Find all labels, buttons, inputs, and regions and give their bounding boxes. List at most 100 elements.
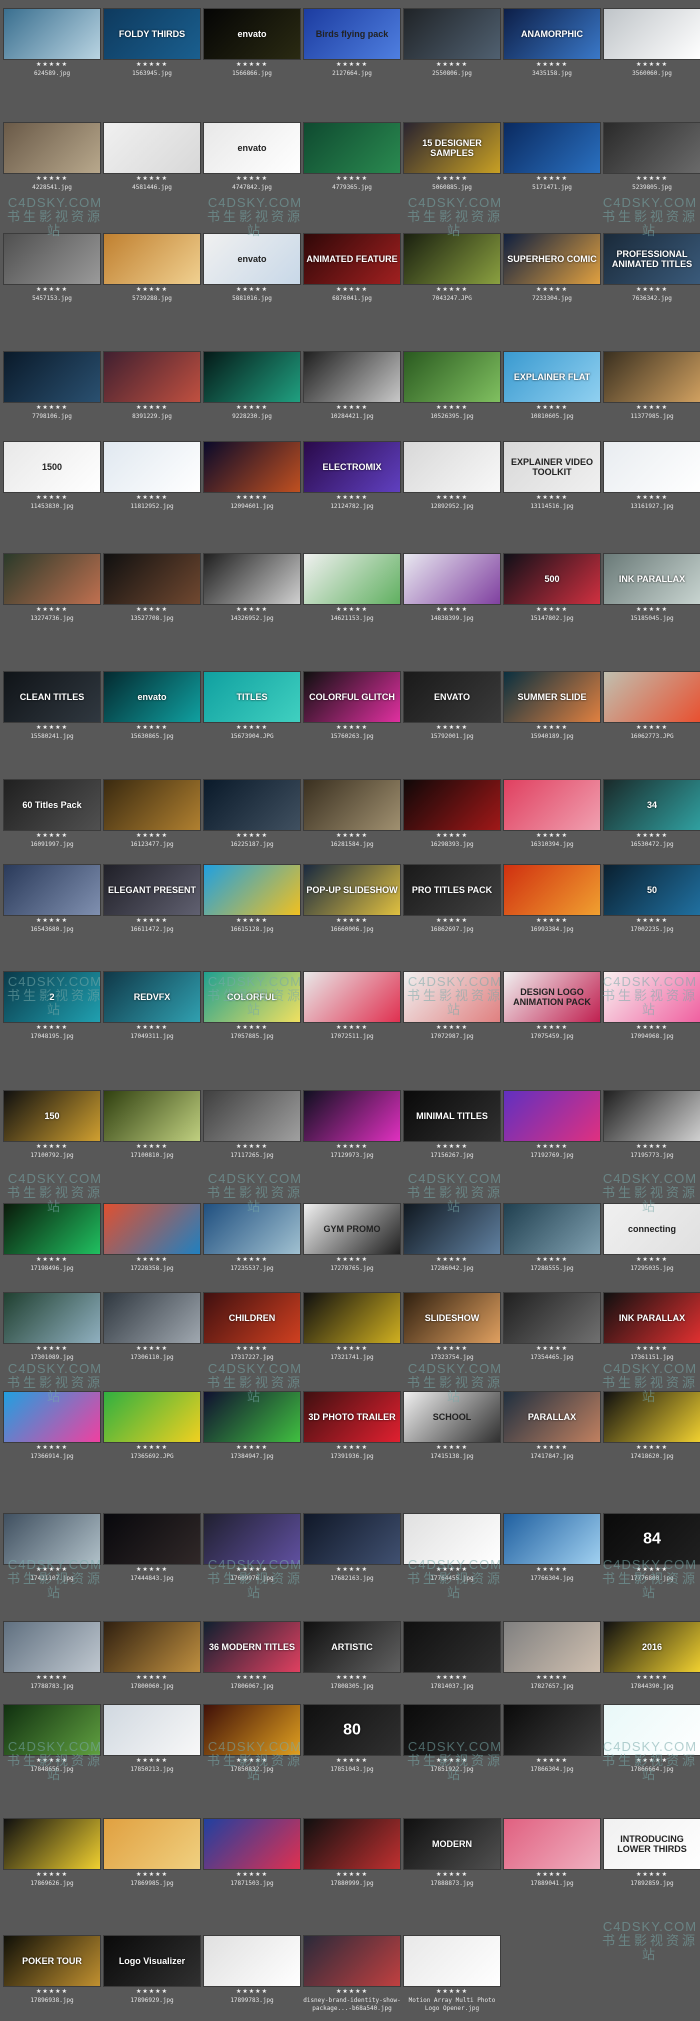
thumbnail-image[interactable] [203,1935,301,1987]
thumbnail-item[interactable]: ★★★★★ 17235537.jpg [202,1203,302,1273]
thumbnail-image[interactable]: 500 [503,553,601,605]
thumbnail-item[interactable]: DESIGN LOGO ANIMATION PACK ★★★★★ 17075459.… [502,971,602,1041]
thumbnail-image[interactable]: SUPERHERO COMIC [503,233,601,285]
thumbnail-item[interactable]: ★★★★★ 16225187.jpg [202,779,302,849]
thumbnail-item[interactable]: ★★★★★ 5239805.jpg [602,122,700,192]
thumbnail-image[interactable] [303,971,401,1023]
thumbnail-item[interactable]: ★★★★★ 10526395.jpg [402,351,502,421]
thumbnail-item[interactable]: ANAMORPHIC ★★★★★ 3435158.jpg [502,8,602,78]
thumbnail-image[interactable] [3,1203,101,1255]
thumbnail-image[interactable] [103,1704,201,1756]
thumbnail-item[interactable]: SUMMER SLIDE ★★★★★ 15940189.jpg [502,671,602,741]
thumbnail-image[interactable] [503,1704,601,1756]
thumbnail-item[interactable]: 50 ★★★★★ 17002235.jpg [602,864,700,934]
thumbnail-image[interactable] [103,351,201,403]
thumbnail-item[interactable]: ★★★★★ 5739288.jpg [102,233,202,303]
thumbnail-image[interactable] [403,971,501,1023]
thumbnail-item[interactable]: REDVFX ★★★★★ 17049311.jpg [102,971,202,1041]
thumbnail-item[interactable]: ★★★★★ 17814037.jpg [402,1621,502,1691]
thumbnail-image[interactable]: envato [203,122,301,174]
thumbnail-item[interactable]: ★★★★★ 17321741.jpg [302,1292,402,1362]
thumbnail-image[interactable]: 36 MODERN TITLES [203,1621,301,1673]
thumbnail-image[interactable] [303,553,401,605]
thumbnail-image[interactable] [403,1935,501,1987]
thumbnail-image[interactable] [603,1090,700,1142]
thumbnail-image[interactable] [403,779,501,831]
thumbnail-image[interactable] [3,233,101,285]
thumbnail-image[interactable]: 15 DESIGNER SAMPLES [403,122,501,174]
thumbnail-item[interactable]: ★★★★★ 4581446.jpg [102,122,202,192]
thumbnail-item[interactable]: ★★★★★ 17072987.jpg [402,971,502,1041]
thumbnail-item[interactable]: INK PARALLAX ★★★★★ 17361151.jpg [602,1292,700,1362]
thumbnail-image[interactable]: 2016 [603,1621,700,1673]
thumbnail-item[interactable]: ★★★★★ 17384947.jpg [202,1391,302,1461]
thumbnail-item[interactable]: PRO TITLES PACK ★★★★★ 16862697.jpg [402,864,502,934]
thumbnail-item[interactable]: ★★★★★ 4228541.jpg [2,122,102,192]
thumbnail-item[interactable]: ★★★★★ 12094601.jpg [202,441,302,511]
thumbnail-item[interactable]: ★★★★★ 17850832.jpg [202,1704,302,1774]
thumbnail-item[interactable]: SCHOOL ★★★★★ 17415138.jpg [402,1391,502,1461]
thumbnail-item[interactable]: ★★★★★ 12892952.jpg [402,441,502,511]
thumbnail-item[interactable]: envato ★★★★★ 1566866.jpg [202,8,302,78]
thumbnail-image[interactable]: REDVFX [103,971,201,1023]
thumbnail-item[interactable]: ★★★★★ 17129973.jpg [302,1090,402,1160]
thumbnail-item[interactable]: ★★★★★ 17286042.jpg [402,1203,502,1273]
thumbnail-item[interactable]: ★★★★★ 17228358.jpg [102,1203,202,1273]
thumbnail-item[interactable]: EXPLAINER FLAT ★★★★★ 10810605.jpg [502,351,602,421]
thumbnail-item[interactable]: ★★★★★ 624589.jpg [2,8,102,78]
thumbnail-item[interactable]: envato ★★★★★ 15630865.jpg [102,671,202,741]
thumbnail-item[interactable]: PROFESSIONAL ANIMATED TITLES ★★★★★ 7636342… [602,233,700,303]
thumbnail-image[interactable] [3,1704,101,1756]
thumbnail-item[interactable]: INTRODUCING LOWER THIRDS ★★★★★ 17892859.jp… [602,1818,700,1888]
thumbnail-item[interactable]: POKER TOUR ★★★★★ 17896938.jpg [2,1935,102,2005]
thumbnail-image[interactable]: INK PARALLAX [603,553,700,605]
thumbnail-image[interactable] [603,8,700,60]
thumbnail-image[interactable] [603,441,700,493]
thumbnail-item[interactable]: ★★★★★ 13527708.jpg [102,553,202,623]
thumbnail-item[interactable]: ★★★★★ 16310394.jpg [502,779,602,849]
thumbnail-item[interactable]: ★★★★★ 16993384.jpg [502,864,602,934]
thumbnail-image[interactable] [3,8,101,60]
thumbnail-image[interactable] [103,1391,201,1443]
thumbnail-image[interactable]: 34 [603,779,700,831]
thumbnail-item[interactable]: ★★★★★ 16615128.jpg [202,864,302,934]
thumbnail-item[interactable]: ★★★★★ 17800060.jpg [102,1621,202,1691]
thumbnail-image[interactable] [303,1818,401,1870]
thumbnail-image[interactable] [203,1513,301,1565]
thumbnail-item[interactable]: 15 DESIGNER SAMPLES ★★★★★ 5060885.jpg [402,122,502,192]
thumbnail-item[interactable]: ARTISTIC ★★★★★ 17808305.jpg [302,1621,402,1691]
thumbnail-image[interactable]: ANAMORPHIC [503,8,601,60]
thumbnail-image[interactable] [503,122,601,174]
thumbnail-image[interactable] [203,1090,301,1142]
thumbnail-item[interactable]: ★★★★★ 17198496.jpg [2,1203,102,1273]
thumbnail-image[interactable] [403,1203,501,1255]
thumbnail-image[interactable]: PROFESSIONAL ANIMATED TITLES [603,233,700,285]
thumbnail-image[interactable]: envato [103,671,201,723]
thumbnail-image[interactable] [403,351,501,403]
thumbnail-image[interactable]: Logo Visualizer [103,1935,201,1987]
thumbnail-image[interactable]: EXPLAINER VIDEO TOOLKIT [503,441,601,493]
thumbnail-image[interactable] [203,441,301,493]
thumbnail-image[interactable] [503,1818,601,1870]
thumbnail-item[interactable]: EXPLAINER VIDEO TOOLKIT ★★★★★ 13114516.jpg [502,441,602,511]
thumbnail-item[interactable]: 3D PHOTO TRAILER ★★★★★ 17391936.jpg [302,1391,402,1461]
thumbnail-item[interactable]: COLORFUL GLITCH ★★★★★ 15760263.jpg [302,671,402,741]
thumbnail-image[interactable]: CLEAN TITLES [3,671,101,723]
thumbnail-image[interactable]: SLIDESHOW [403,1292,501,1344]
thumbnail-item[interactable]: ★★★★★ 17117265.jpg [202,1090,302,1160]
thumbnail-image[interactable] [203,1203,301,1255]
thumbnail-item[interactable]: ★★★★★ 5457153.jpg [2,233,102,303]
thumbnail-image[interactable] [503,864,601,916]
thumbnail-item[interactable]: ★★★★★ 17354465.jpg [502,1292,602,1362]
thumbnail-item[interactable]: ★★★★★ 17072511.jpg [302,971,402,1041]
thumbnail-image[interactable]: 1500 [3,441,101,493]
thumbnail-image[interactable]: GYM PROMO [303,1203,401,1255]
thumbnail-item[interactable]: ★★★★★ 17788783.jpg [2,1621,102,1691]
thumbnail-image[interactable]: PARALLAX [503,1391,601,1443]
thumbnail-image[interactable] [103,779,201,831]
thumbnail-image[interactable] [503,779,601,831]
thumbnail-image[interactable]: EXPLAINER FLAT [503,351,601,403]
thumbnail-image[interactable]: INTRODUCING LOWER THIRDS [603,1818,700,1870]
thumbnail-item[interactable]: ANIMATED FEATURE ★★★★★ 6876041.jpg [302,233,402,303]
thumbnail-image[interactable]: DESIGN LOGO ANIMATION PACK [503,971,601,1023]
